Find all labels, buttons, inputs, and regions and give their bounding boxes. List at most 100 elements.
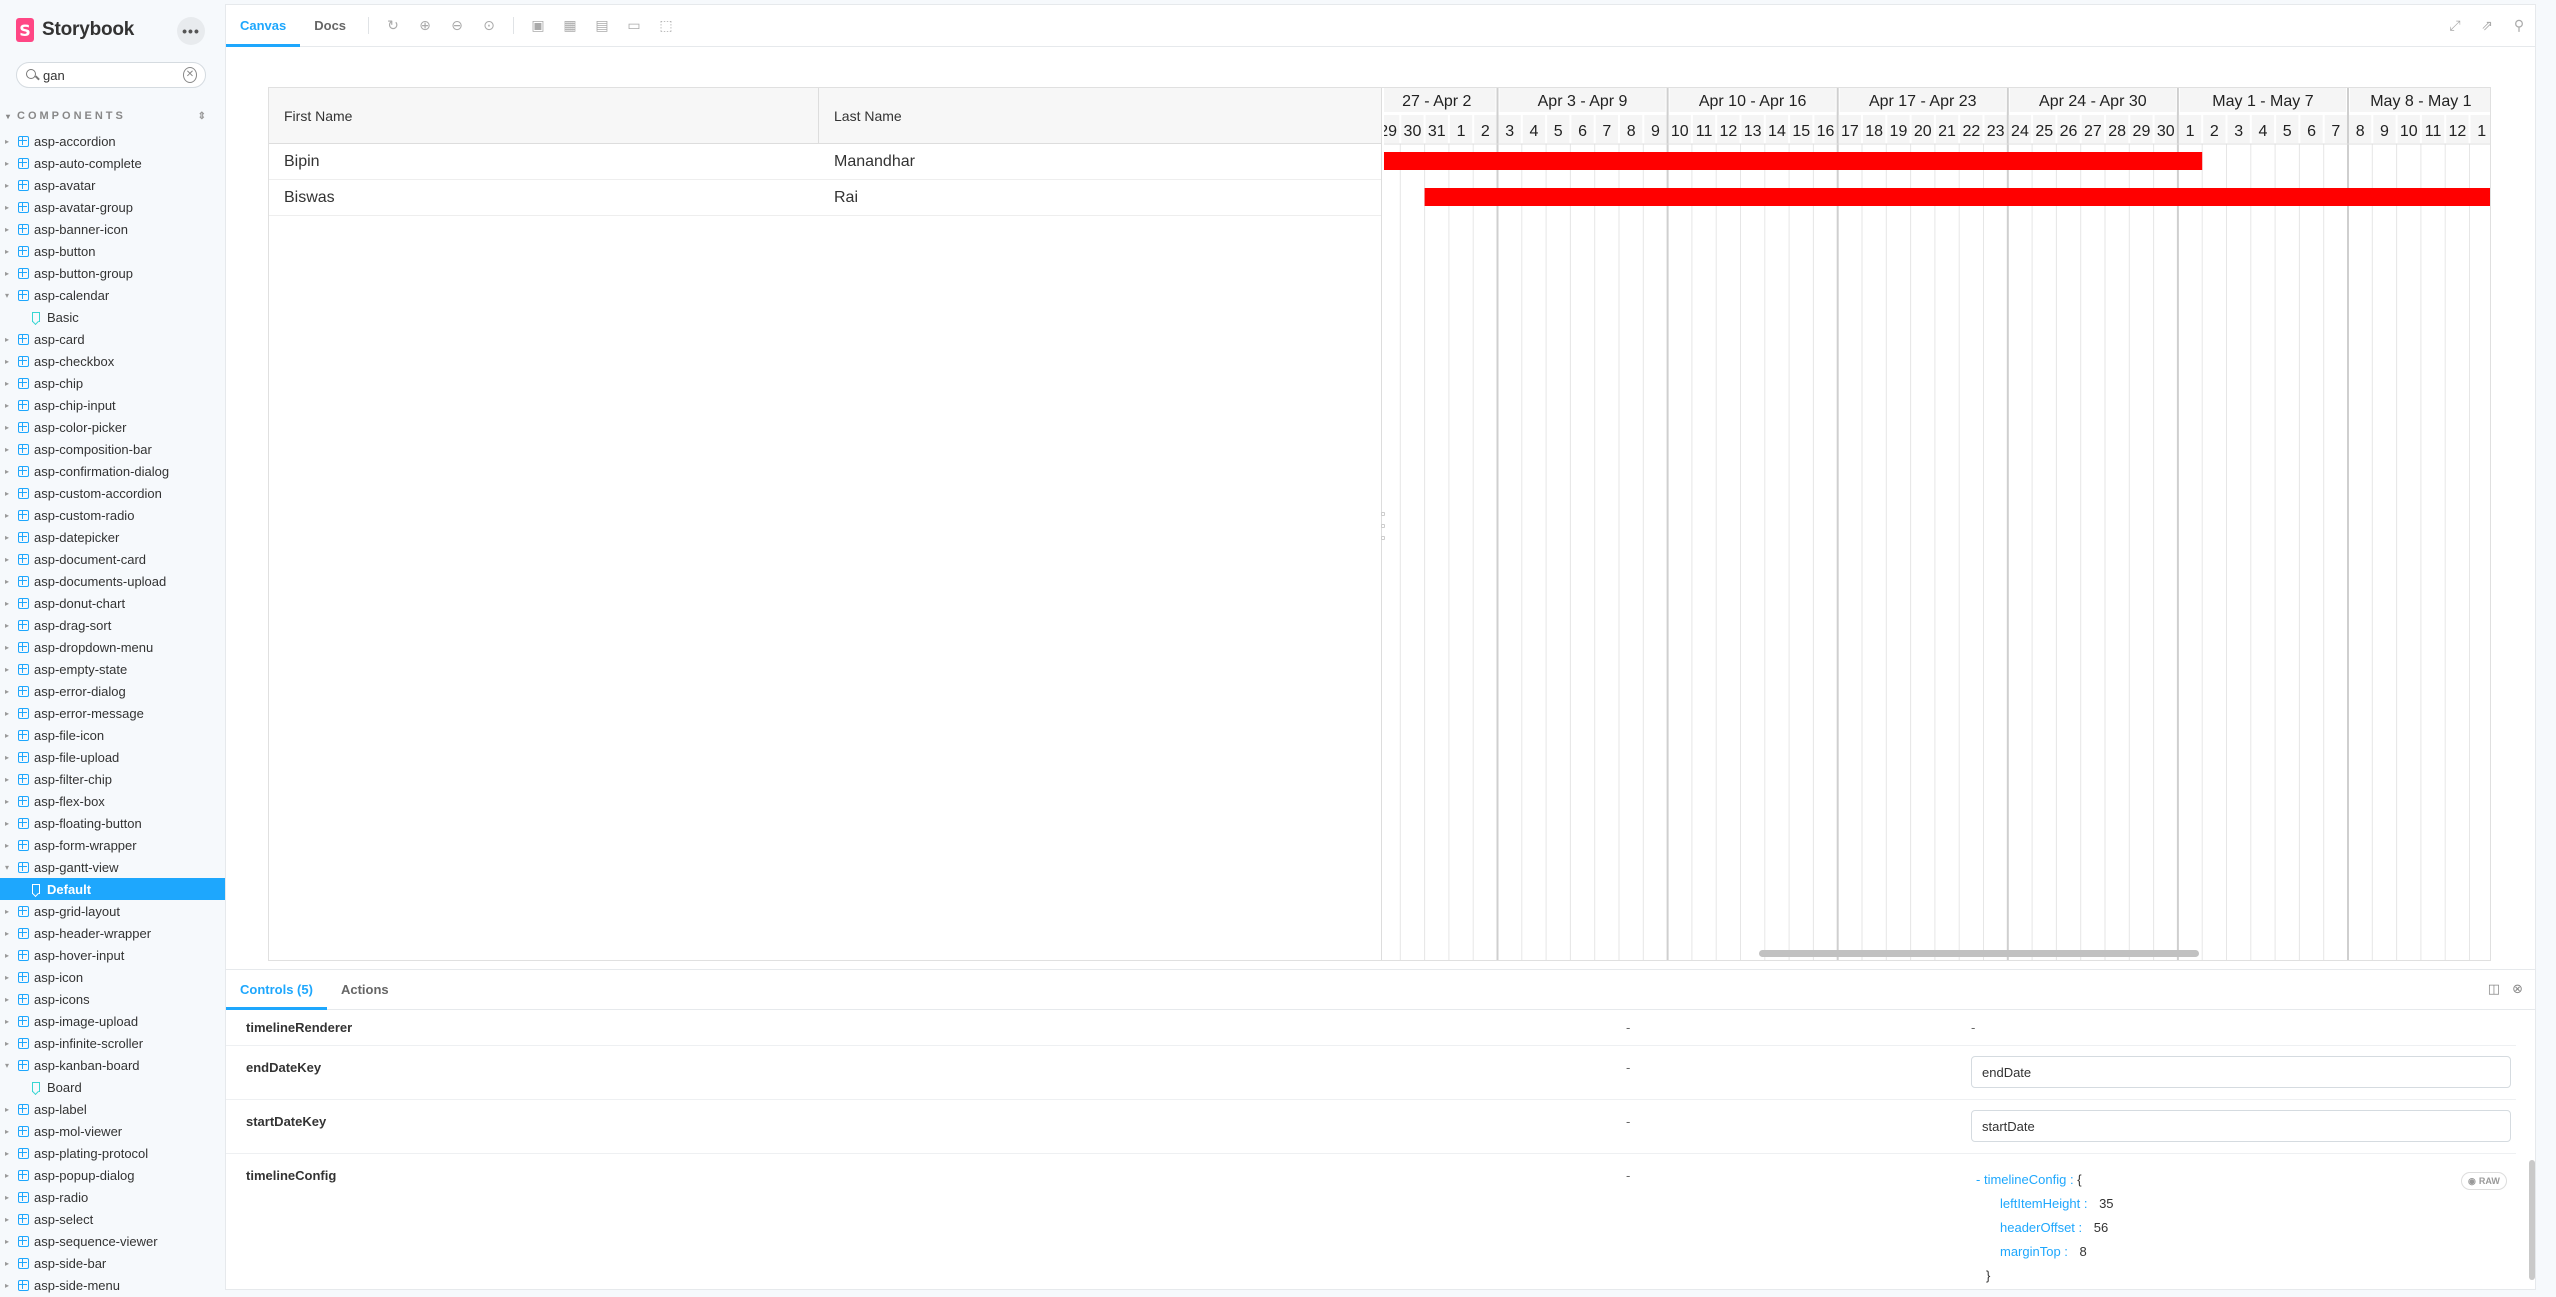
sidebar-component-item[interactable]: ▸ asp-file-upload [0, 746, 225, 768]
sidebar-component-item[interactable]: ▸ asp-error-message [0, 702, 225, 724]
outline-icon[interactable]: ⬚ [650, 5, 682, 46]
sidebar-component-item[interactable]: ▸ asp-sequence-viewer [0, 1230, 225, 1252]
sidebar-component-item[interactable]: ▸ asp-custom-accordion [0, 482, 225, 504]
gantt-bar[interactable] [1424, 188, 2491, 206]
sidebar-component-item[interactable]: ▸ asp-side-bar [0, 1252, 225, 1274]
sidebar-component-item[interactable]: ▸ asp-card [0, 328, 225, 350]
table-row[interactable]: Biswas Rai [269, 180, 1381, 216]
horizontal-scrollbar[interactable] [1759, 950, 2199, 957]
copy-link-icon[interactable]: ⚲ [2503, 5, 2535, 46]
sidebar-component-item[interactable]: ▸ asp-color-picker [0, 416, 225, 438]
measure-icon[interactable]: ▭ [618, 5, 650, 46]
tab-controls[interactable]: Controls (5) [226, 970, 327, 1010]
sidebar-component-item[interactable]: ▸ asp-plating-protocol [0, 1142, 225, 1164]
sidebar-component-item[interactable]: ▸ asp-empty-state [0, 658, 225, 680]
json-value[interactable]: 56 [2094, 1220, 2108, 1235]
sidebar-component-item[interactable]: ▸ asp-confirmation-dialog [0, 460, 225, 482]
search-input[interactable] [43, 67, 183, 83]
zoom-in-icon[interactable]: ⊕ [409, 5, 441, 46]
tab-actions[interactable]: Actions [327, 970, 403, 1009]
sidebar-component-item[interactable]: ▸ asp-drag-sort [0, 614, 225, 636]
viewport-icon[interactable]: ▤ [586, 5, 618, 46]
tab-docs[interactable]: Docs [300, 5, 360, 46]
zoom-reset-icon[interactable]: ⊙ [473, 5, 505, 46]
sidebar-item-label: asp-floating-button [34, 815, 142, 831]
sidebar-component-item[interactable]: ▸ asp-document-card [0, 548, 225, 570]
sidebar-component-item[interactable]: ▸ asp-datepicker [0, 526, 225, 548]
sidebar-component-item[interactable]: ▸ asp-accordion [0, 130, 225, 152]
sidebar-component-item[interactable]: ▸ asp-custom-radio [0, 504, 225, 526]
raw-toggle-button[interactable]: ◉ RAW [2461, 1172, 2507, 1190]
close-panel-icon[interactable]: ⊗ [2512, 982, 2523, 997]
collapse-toggle[interactable]: - [1976, 1172, 1980, 1187]
sidebar-component-item[interactable]: ▾ asp-gantt-view [0, 856, 225, 878]
sidebar-component-item[interactable]: ▸ asp-infinite-scroller [0, 1032, 225, 1054]
sidebar-component-item[interactable]: ▸ asp-file-icon [0, 724, 225, 746]
sidebar-component-item[interactable]: ▸ asp-dropdown-menu [0, 636, 225, 658]
day-label: 13 [1744, 123, 1762, 140]
sidebar-component-item[interactable]: ▸ asp-radio [0, 1186, 225, 1208]
sidebar-component-item[interactable]: ▸ asp-auto-complete [0, 152, 225, 174]
caret-right-icon: ▸ [5, 1148, 10, 1158]
sidebar-component-item[interactable]: ▾ asp-calendar [0, 284, 225, 306]
sidebar-component-item[interactable]: ▸ asp-composition-bar [0, 438, 225, 460]
sidebar-component-item[interactable]: ▸ asp-hover-input [0, 944, 225, 966]
components-section-header[interactable]: ▾ COMPONENTS ⇕ [6, 108, 206, 124]
vertical-scrollbar[interactable] [2529, 1160, 2535, 1280]
sidebar-component-item[interactable]: ▾ asp-kanban-board [0, 1054, 225, 1076]
sidebar-component-item[interactable]: ▸ asp-chip-input [0, 394, 225, 416]
day-label: 19 [1890, 123, 1908, 140]
reload-icon[interactable]: ↻ [377, 5, 409, 46]
expand-collapse-all-icon[interactable]: ⇕ [198, 111, 206, 122]
sidebar-component-item[interactable]: ▸ asp-avatar-group [0, 196, 225, 218]
end-date-key-input[interactable] [1971, 1056, 2511, 1088]
sidebar-component-item[interactable]: ▸ asp-error-dialog [0, 680, 225, 702]
sidebar-component-item[interactable]: ▸ asp-form-wrapper [0, 834, 225, 856]
sidebar-component-item[interactable]: ▸ asp-image-upload [0, 1010, 225, 1032]
json-editor[interactable]: - timelineConfig : { leftItemHeight : 35… [1976, 1168, 2114, 1288]
sidebar-component-item[interactable]: ▸ asp-label [0, 1098, 225, 1120]
sidebar-story-item[interactable]: Default [0, 878, 225, 900]
sidebar-component-item[interactable]: ▸ asp-button-group [0, 262, 225, 284]
sidebar-story-item[interactable]: Board [0, 1076, 225, 1098]
sidebar-component-item[interactable]: ▸ asp-floating-button [0, 812, 225, 834]
more-options-button[interactable]: ••• [177, 17, 205, 45]
sidebar-component-item[interactable]: ▸ asp-chip [0, 372, 225, 394]
sidebar-component-item[interactable]: ▸ asp-banner-icon [0, 218, 225, 240]
clear-search-icon[interactable]: ✕ [183, 67, 197, 83]
sidebar-component-item[interactable]: ▸ asp-popup-dialog [0, 1164, 225, 1186]
open-new-tab-icon[interactable]: ⇗ [2471, 5, 2503, 46]
background-icon[interactable]: ▣ [522, 5, 554, 46]
sidebar-component-item[interactable]: ▸ asp-filter-chip [0, 768, 225, 790]
gantt-bar[interactable] [1384, 152, 2203, 170]
fullscreen-icon[interactable]: ⤢ [2439, 5, 2471, 46]
zoom-out-icon[interactable]: ⊖ [441, 5, 473, 46]
sidebar-component-item[interactable]: ▸ asp-header-wrapper [0, 922, 225, 944]
json-value[interactable]: 8 [2080, 1244, 2087, 1259]
json-value[interactable]: 35 [2099, 1196, 2113, 1211]
start-date-key-input[interactable] [1971, 1110, 2511, 1142]
json-root-key: timelineConfig : [1983, 1172, 2074, 1187]
sidebar-component-item[interactable]: ▸ asp-documents-upload [0, 570, 225, 592]
table-row[interactable]: Bipin Manandhar [269, 144, 1381, 180]
sidebar-item-label: Board [47, 1079, 82, 1095]
grid-icon[interactable]: ▦ [554, 5, 586, 46]
sidebar-component-item[interactable]: ▸ asp-donut-chart [0, 592, 225, 614]
sidebar-component-item[interactable]: ▸ asp-flex-box [0, 790, 225, 812]
sidebar-component-item[interactable]: ▸ asp-mol-viewer [0, 1120, 225, 1142]
brand[interactable]: S Storybook [16, 16, 134, 44]
sidebar-component-item[interactable]: ▸ asp-icon [0, 966, 225, 988]
sidebar-component-item[interactable]: ▸ asp-avatar [0, 174, 225, 196]
sidebar-component-item[interactable]: ▸ asp-checkbox [0, 350, 225, 372]
sidebar-component-item[interactable]: ▸ asp-icons [0, 988, 225, 1010]
sidebar-component-item[interactable]: ▸ asp-select [0, 1208, 225, 1230]
sidebar-item-label: asp-datepicker [34, 529, 120, 545]
sidebar-item-label: asp-auto-complete [34, 155, 142, 171]
sidebar-component-item[interactable]: ▸ asp-grid-layout [0, 900, 225, 922]
sidebar-component-item[interactable]: ▸ asp-side-menu [0, 1274, 225, 1296]
sidebar-story-item[interactable]: Basic [0, 306, 225, 328]
sidebar-component-item[interactable]: ▸ asp-button [0, 240, 225, 262]
sidebar-item-label: asp-chip [34, 375, 84, 391]
tab-canvas[interactable]: Canvas [226, 5, 301, 47]
panel-orientation-icon[interactable]: ◫ [2488, 982, 2500, 997]
